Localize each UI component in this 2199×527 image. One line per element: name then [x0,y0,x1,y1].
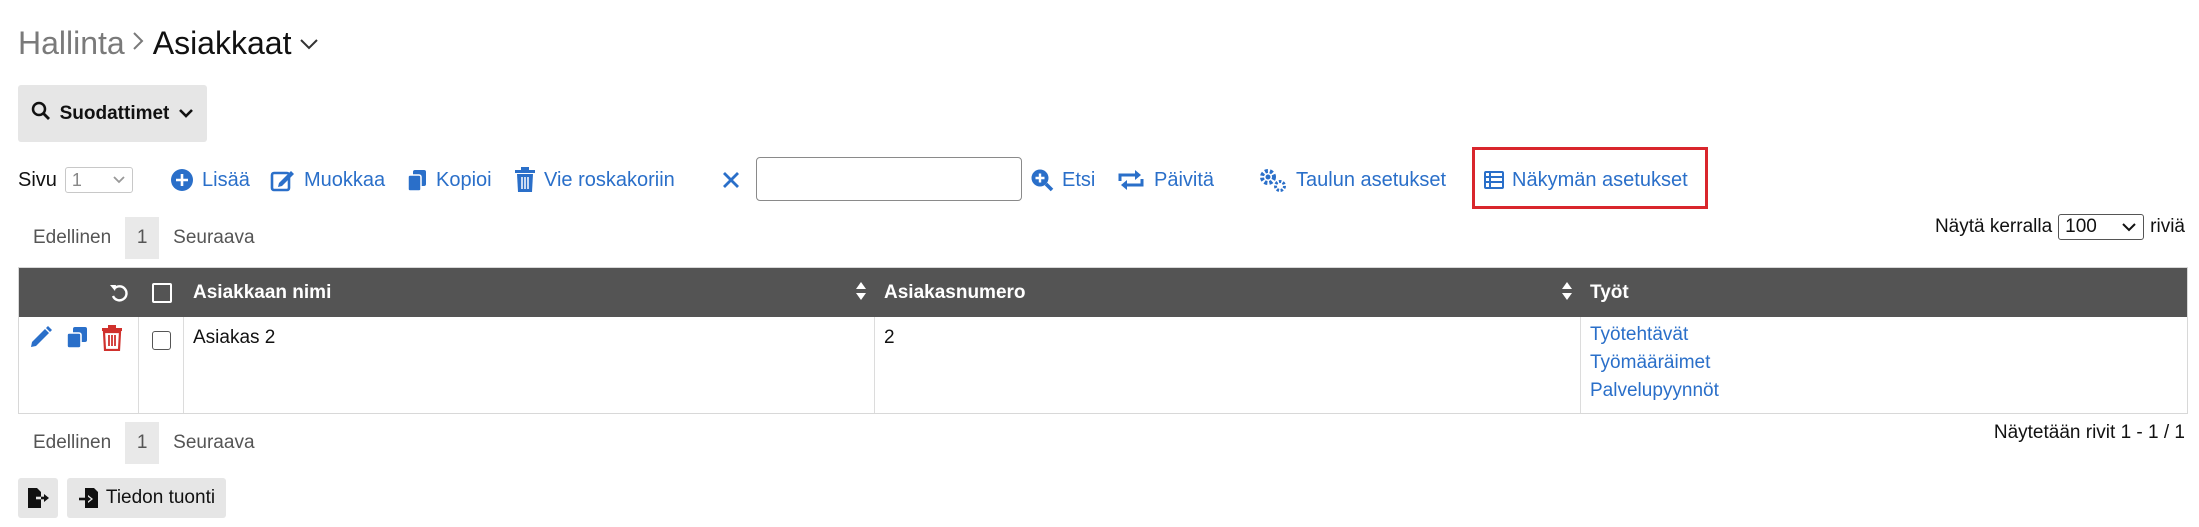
link-service-requests[interactable]: Palvelupyynnöt [1590,377,2187,405]
import-icon [78,488,98,508]
copy-icon[interactable] [65,325,89,349]
copy-icon [407,170,426,192]
row-actions [19,317,139,413]
page-number[interactable]: 1 [125,217,160,259]
cell-number: 2 [875,317,1581,413]
reset-columns-cell [19,268,139,317]
export-button[interactable] [18,478,58,518]
next-page-link[interactable]: Seuraava [159,432,268,454]
copy-label: Kopioi [436,168,492,191]
trash-label: Vie roskakoriin [544,168,675,191]
column-header-number[interactable]: Asiakasnumero [875,268,1581,317]
page-select-value: 1 [71,169,82,190]
undo-icon[interactable] [109,283,129,303]
filters-button[interactable]: Suodattimet [18,85,207,142]
select-all-cell [139,268,184,317]
column-header-work: Työt [1581,268,2187,317]
trash-icon [515,167,535,192]
page-selector: Sivu 1 [18,150,133,210]
column-header-number-label: Asiakasnumero [884,281,1026,303]
breadcrumb: Hallinta Asiakkaat [18,18,319,68]
add-label: Lisää [202,168,250,191]
breadcrumb-separator-icon [131,27,145,59]
trash-button[interactable]: Vie roskakoriin [514,150,675,210]
import-label: Tiedon tuonti [105,487,216,508]
export-icon [28,488,49,508]
zoom-icon [1031,169,1054,192]
edit-label: Muokkaa [304,168,386,191]
customer-number: 2 [884,327,895,348]
page-title: Asiakkaat [152,24,292,61]
sort-icon[interactable] [1561,281,1573,301]
per-page-value: 100 [2065,216,2097,237]
chevron-down-icon [178,103,194,125]
select-all-checkbox[interactable] [151,282,172,303]
copy-button[interactable]: Kopioi [406,150,492,210]
row-checkbox[interactable] [151,331,171,350]
prev-page-link[interactable]: Edellinen [19,432,125,454]
per-page-suffix: riviä [2150,216,2185,237]
page-select[interactable]: 1 [64,167,133,193]
table-header: Asiakkaan nimi Asiakasnumero Työt [19,268,2187,317]
search-icon [31,101,51,127]
breadcrumb-root[interactable]: Hallinta [18,25,125,62]
gears-icon [1260,169,1286,192]
page-label: Sivu [18,168,57,191]
prev-page-link[interactable]: Edellinen [19,227,125,249]
customer-name: Asiakas 2 [193,327,276,348]
cell-work: Työtehtävät Työmääräimet Palvelupyynnöt [1581,317,2187,413]
column-header-name-label: Asiakkaan nimi [193,281,332,303]
highlight-box [1472,147,1708,209]
edit-button[interactable]: Muokkaa [270,150,385,210]
page-number[interactable]: 1 [125,422,160,464]
chevron-down-icon [113,176,125,184]
clear-search-button[interactable] [722,150,740,210]
filters-label: Suodattimet [59,102,170,124]
close-icon [723,172,739,188]
column-header-name[interactable]: Asiakkaan nimi [184,268,875,317]
link-work-orders[interactable]: Työmääräimet [1590,349,2187,377]
search-label: Etsi [1062,168,1096,191]
column-header-work-label: Työt [1590,281,1629,303]
table-row: Asiakas 2 2 Työtehtävät Työmääräimet Pal… [19,317,2187,413]
add-button[interactable]: Lisää [170,150,250,210]
chevron-down-icon [2122,223,2136,232]
link-tasks[interactable]: Työtehtävät [1590,321,2187,349]
cell-name: Asiakas 2 [184,317,875,413]
edit-icon [270,171,294,192]
pagination-top: Edellinen 1 Seuraava [19,217,269,259]
plus-circle-icon [171,169,193,191]
per-page-select[interactable]: 100 [2058,214,2145,240]
import-button[interactable]: Tiedon tuonti [67,478,226,518]
refresh-button[interactable]: Päivitä [1116,150,1214,210]
search-input[interactable] [756,157,1022,201]
refresh-label: Päivitä [1154,168,1215,191]
per-page-control: Näytä kerralla 100 riviä [1935,214,2185,240]
pagination-bottom: Edellinen 1 Seuraava [19,422,269,464]
pencil-icon[interactable] [29,325,53,349]
table-settings-label: Taulun asetukset [1296,168,1447,191]
row-select-cell [139,317,184,413]
search-button[interactable]: Etsi [1030,150,1095,210]
row-count-status: Näytetään rivit 1 - 1 / 1 [1993,422,2185,443]
chevron-down-icon[interactable] [299,37,319,56]
refresh-icon [1118,170,1144,190]
table-settings-button[interactable]: Taulun asetukset [1258,150,1446,210]
per-page-prefix: Näytä kerralla [1934,216,2053,237]
sort-icon[interactable] [855,281,867,301]
trash-icon[interactable] [101,325,123,351]
customers-table: Asiakkaan nimi Asiakasnumero Työt Asiaka… [18,267,2188,414]
toolbar: Sivu 1 Lisää Muokkaa Kopioi Vie roskakor… [18,147,2188,210]
next-page-link[interactable]: Seuraava [159,227,268,249]
